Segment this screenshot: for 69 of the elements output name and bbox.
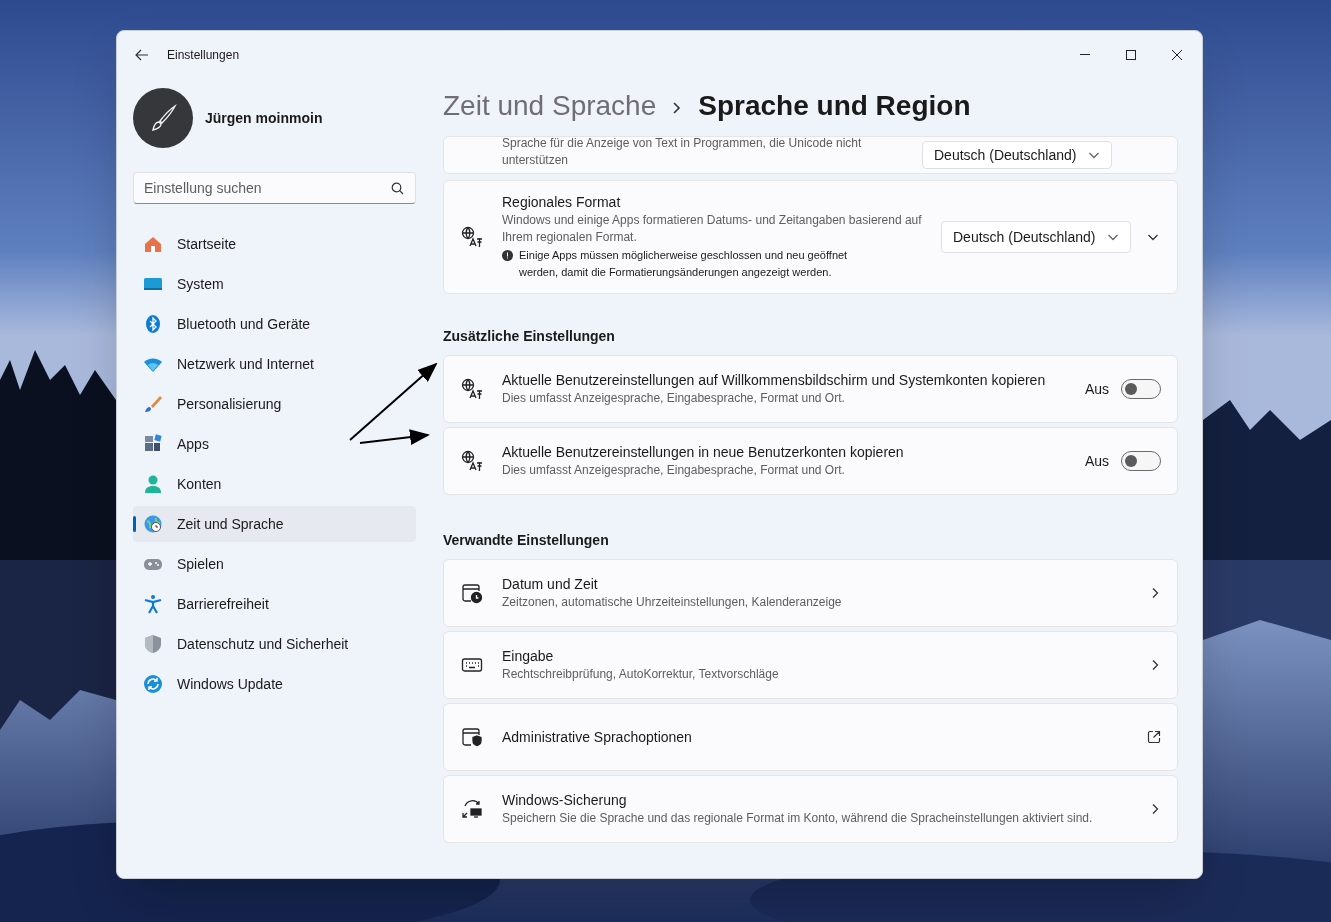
refresh-icon	[143, 674, 163, 694]
setting-description: Speichern Sie die Sprache und das regionale Format im Konto, während die Spracheinstellungen aktiviert sind.	[502, 810, 1094, 827]
setting-card[interactable]: Windows-Sicherung Speichern Sie die Sprache und das regionale Format im Konto, während die Spracheinstellungen aktiviert sind.	[443, 775, 1178, 843]
user-name: Jürgen moinmoin	[205, 108, 323, 128]
breadcrumb-parent[interactable]: Zeit und Sprache	[443, 86, 657, 126]
info-icon	[502, 250, 513, 261]
external-link-icon	[1147, 730, 1161, 744]
close-icon	[1172, 50, 1182, 60]
section-heading: Zusätzliche Einstellungen	[443, 327, 616, 346]
setting-title: Eingabe	[502, 647, 555, 666]
apps-icon	[143, 434, 163, 454]
language-icon	[461, 226, 483, 248]
minimize-icon	[1080, 54, 1090, 56]
brush-icon	[143, 394, 163, 414]
nav-item[interactable]: System	[133, 266, 416, 302]
nav-item[interactable]: Apps	[133, 426, 416, 462]
section-heading: Verwandte Einstellungen	[443, 531, 610, 550]
setting-title: Windows-Sicherung	[502, 791, 628, 810]
dropdown[interactable]: Deutsch (Deutschland)	[922, 141, 1112, 169]
toggle-switch[interactable]	[1121, 379, 1161, 399]
language-icon	[461, 378, 483, 400]
setting-card[interactable]: Eingabe Rechtschreibprüfung, AutoKorrektur, Textvorschläge	[443, 631, 1178, 699]
setting-title: Aktuelle Benutzereinstellungen auf Willkommensbildschirm und Systemkonten kopieren	[502, 371, 1047, 390]
nav-item[interactable]: Bluetooth und Geräte	[133, 306, 416, 342]
calendar-clock-icon	[461, 582, 483, 604]
nav-item[interactable]: Spielen	[133, 546, 416, 582]
breadcrumb-chevron-icon	[672, 101, 683, 115]
setting-card[interactable]: Aktuelle Benutzereinstellungen in neue Benutzerkonten kopieren Dies umfasst Anzeigesprache, Eingabesprache, Format und Ort. Aus	[443, 427, 1178, 495]
dropdown[interactable]: Deutsch (Deutschland)	[941, 221, 1131, 253]
toggle-state-label: Aus	[1084, 379, 1109, 399]
setting-title: Administrative Sprachoptionen	[502, 727, 693, 747]
nav-item[interactable]: Datenschutz und Sicherheit	[133, 626, 416, 662]
setting-description: Dies umfasst Anzeigesprache, Eingabesprache, Format und Ort.	[502, 462, 846, 479]
setting-note: Einige Apps müssen möglicherweise geschlossen und neu geöffnet werden, damit die Formatierungsänderungen angezeigt werden.	[519, 248, 849, 280]
bluetooth-icon	[143, 314, 163, 334]
sync-monitor-icon	[461, 798, 483, 820]
setting-card[interactable]: Administrative Sprachoptionen	[443, 703, 1178, 771]
maximize-icon	[1126, 50, 1136, 60]
window-title: Einstellungen	[167, 47, 240, 64]
setting-description: Dies umfasst Anzeigesprache, Eingabesprache, Format und Ort.	[502, 390, 846, 407]
setting-title: Regionales Format	[502, 193, 622, 212]
shield-icon	[143, 634, 163, 654]
search-icon	[391, 182, 404, 195]
setting-card[interactable]: Aktuelle Benutzereinstellungen auf Willkommensbildschirm und Systemkonten kopieren Dies umfasst Anzeigesprache, Eingabesprache, Format und Ort. Aus	[443, 355, 1178, 423]
setting-description: Sprache für die Anzeige von Text in Programmen, die Unicode nicht unterstützen	[502, 136, 863, 169]
accessibility-icon	[143, 594, 163, 614]
nav-item[interactable]: Personalisierung	[133, 386, 416, 422]
setting-description: Windows und einige Apps formatieren Datums- und Zeitangaben basierend auf Ihrem regionalen Format.	[502, 212, 922, 246]
window-shield-icon	[461, 726, 483, 748]
setting-title: Datum und Zeit	[502, 575, 599, 594]
page-title: Sprache und Region	[698, 89, 971, 123]
search-field[interactable]: Einstellung suchen	[133, 172, 416, 204]
nav-item[interactable]: Netzwerk und Internet	[133, 346, 416, 382]
toggle-switch[interactable]	[1121, 451, 1161, 471]
person-icon	[143, 474, 163, 494]
setting-description: Zeitzonen, automatische Uhrzeiteinstellungen, Kalenderanzeige	[502, 594, 843, 611]
back-arrow-icon	[135, 49, 149, 61]
setting-description: Rechtschreibprüfung, AutoKorrektur, Textvorschläge	[502, 666, 780, 683]
house-icon	[143, 234, 163, 254]
language-icon	[461, 450, 483, 472]
nav-item[interactable]: Konten	[133, 466, 416, 502]
nav-item[interactable]: Zeit und Sprache	[133, 506, 416, 542]
nav-item[interactable]: Windows Update	[133, 666, 416, 702]
globe-clock-icon	[143, 514, 163, 534]
toggle-state-label: Aus	[1084, 451, 1109, 471]
setting-card[interactable]: Datum und Zeit Zeitzonen, automatische Uhrzeiteinstellungen, Kalenderanzeige	[443, 559, 1178, 627]
setting-title: Aktuelle Benutzereinstellungen in neue Benutzerkonten kopieren	[502, 443, 905, 462]
nav-item[interactable]: Barrierefreiheit	[133, 586, 416, 622]
nav-item[interactable]: Startseite	[133, 226, 416, 262]
